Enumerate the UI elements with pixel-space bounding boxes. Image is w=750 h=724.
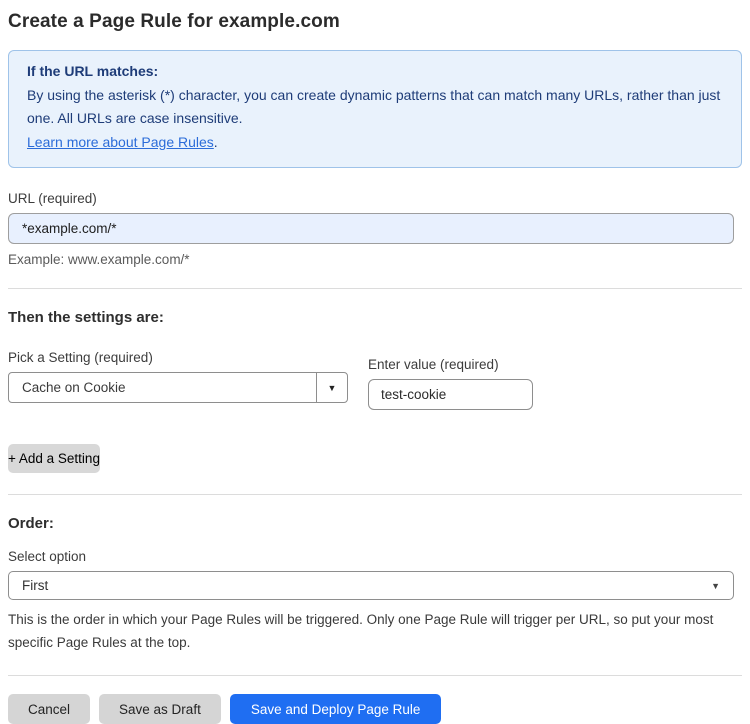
pick-setting-label: Pick a Setting (required) bbox=[8, 350, 153, 365]
save-draft-button[interactable]: Save as Draft bbox=[99, 694, 221, 724]
footer-actions: Cancel Save as Draft Save and Deploy Pag… bbox=[8, 694, 742, 724]
url-match-info-box: If the URL matches: By using the asteris… bbox=[8, 50, 742, 168]
save-deploy-button[interactable]: Save and Deploy Page Rule bbox=[229, 694, 442, 724]
setting-value-input[interactable] bbox=[368, 379, 533, 410]
chevron-down-glyph: ▼ bbox=[327, 382, 337, 393]
setting-select-column: Pick a Setting (required) Cache on Cooki… bbox=[8, 326, 348, 410]
section-divider bbox=[8, 494, 742, 495]
setting-select-value: Cache on Cookie bbox=[22, 380, 126, 395]
setting-value-column: Enter value (required) bbox=[368, 326, 533, 410]
learn-more-link[interactable]: Learn more about Page Rules bbox=[27, 134, 214, 150]
settings-section-heading: Then the settings are: bbox=[8, 309, 164, 326]
create-page-rule-form: Create a Page Rule for example.com If th… bbox=[0, 0, 750, 724]
setting-select[interactable]: Cache on Cookie ▼ bbox=[8, 372, 348, 403]
order-section-heading: Order: bbox=[8, 515, 54, 532]
learn-more-link-suffix: . bbox=[213, 133, 218, 150]
add-setting-button[interactable]: + Add a Setting bbox=[8, 444, 100, 473]
info-link-line: Learn more about Page Rules. bbox=[27, 131, 723, 155]
page-title: Create a Page Rule for example.com bbox=[8, 11, 340, 32]
url-input[interactable] bbox=[8, 213, 734, 244]
section-divider bbox=[8, 288, 742, 289]
order-description: This is the order in which your Page Rul… bbox=[8, 612, 714, 650]
settings-row: Pick a Setting (required) Cache on Cooki… bbox=[8, 326, 742, 410]
section-divider bbox=[8, 675, 742, 676]
order-select[interactable]: First ▼ bbox=[8, 571, 734, 600]
order-select-value: First bbox=[22, 578, 49, 593]
info-box-heading: If the URL matches: bbox=[27, 63, 159, 79]
url-field-label: URL (required) bbox=[8, 191, 97, 206]
chevron-down-icon[interactable]: ▼ bbox=[316, 373, 347, 402]
order-select-label: Select option bbox=[8, 549, 87, 564]
enter-value-label: Enter value (required) bbox=[368, 357, 499, 372]
url-example-helper: Example: www.example.com/* bbox=[8, 252, 190, 267]
cancel-button[interactable]: Cancel bbox=[8, 694, 91, 724]
info-box-body: By using the asterisk (*) character, you… bbox=[27, 86, 721, 127]
chevron-down-icon: ▼ bbox=[711, 580, 720, 591]
